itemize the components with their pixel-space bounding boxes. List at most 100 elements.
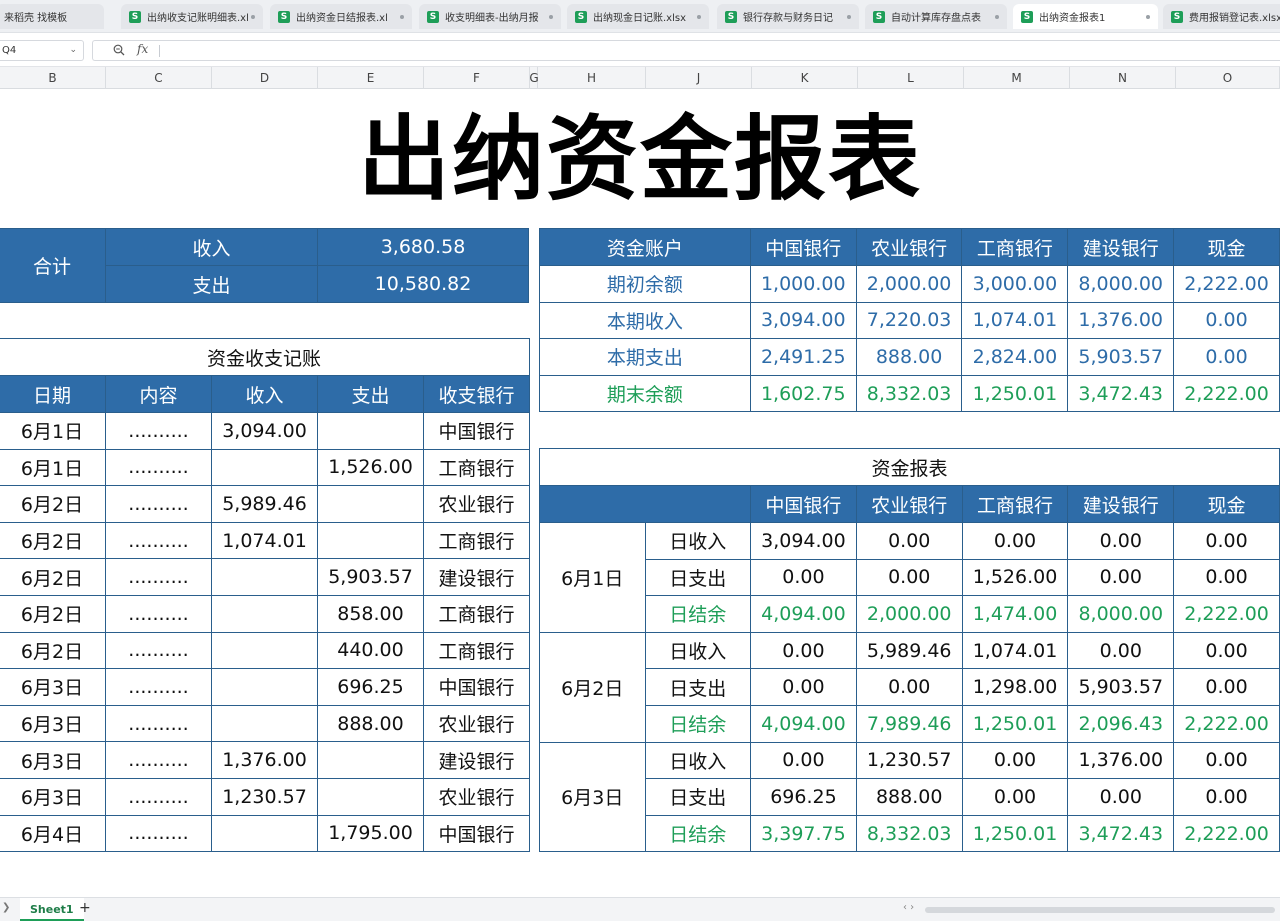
table-cell[interactable]: 工商银行 — [423, 631, 530, 670]
table-cell[interactable]: 中国银行 — [423, 814, 530, 853]
table-cell[interactable]: 农业银行 — [423, 777, 530, 816]
table-cell[interactable]: 0.00 — [1173, 741, 1280, 780]
table-cell[interactable]: .......... — [105, 631, 212, 670]
table-cell[interactable]: 5,903.57 — [1067, 338, 1175, 376]
table-cell[interactable]: 2,096.43 — [1067, 704, 1175, 743]
table-cell[interactable]: 2,222.00 — [1173, 814, 1280, 853]
tab-close-icon[interactable] — [251, 15, 255, 19]
table-cell[interactable]: 2,491.25 — [749, 338, 857, 376]
table-cell[interactable]: 工商银行 — [423, 448, 530, 487]
table-cell[interactable]: 8,332.03 — [855, 814, 963, 853]
document-tab[interactable]: S 出纳现金日记账.xlsx — [567, 4, 709, 29]
table-cell[interactable]: 0.00 — [855, 558, 963, 597]
tab-close-icon[interactable] — [847, 15, 851, 19]
table-cell[interactable]: 1,000.00 — [749, 265, 857, 303]
table-cell[interactable]: 工商银行 — [423, 594, 530, 633]
document-tab[interactable]: 来稻壳 找模板 — [0, 4, 104, 29]
report-row-label[interactable]: 日结余 — [644, 814, 752, 853]
table-cell[interactable]: 0.00 — [1173, 631, 1280, 670]
table-cell[interactable]: 2,222.00 — [1173, 704, 1280, 743]
document-tab[interactable]: S 收支明细表-出纳月报 — [419, 4, 561, 29]
column-header-d[interactable]: D — [212, 67, 318, 89]
report-date[interactable]: 6月2日 — [539, 631, 646, 743]
report-header-blank[interactable] — [538, 485, 752, 523]
sheet-tab-sheet1[interactable]: Sheet1 — [20, 898, 84, 921]
table-cell[interactable] — [317, 521, 424, 560]
table-cell[interactable]: 8,000.00 — [1067, 595, 1175, 633]
table-cell[interactable]: .......... — [105, 777, 212, 816]
column-header-o[interactable]: O — [1176, 67, 1280, 89]
table-cell[interactable]: 2,000.00 — [855, 265, 963, 303]
table-cell[interactable]: 建设银行 — [423, 558, 530, 596]
document-tab[interactable]: S 出纳资金日结报表.xl — [270, 4, 412, 29]
table-cell[interactable]: 4,094.00 — [750, 595, 857, 633]
table-cell[interactable] — [211, 448, 318, 487]
table-cell[interactable]: 888.00 — [317, 704, 424, 743]
formula-input[interactable]: fx — [92, 40, 1280, 61]
table-cell[interactable]: 6月3日 — [0, 704, 106, 743]
tab-close-icon[interactable] — [400, 15, 404, 19]
report-row-label[interactable]: 日收入 — [644, 631, 752, 670]
document-tab[interactable]: S 银行存款与财务日记 — [717, 4, 859, 29]
table-cell[interactable]: 0.00 — [1067, 522, 1175, 560]
table-cell[interactable]: 3,472.43 — [1067, 374, 1175, 413]
accounts-column-header[interactable]: 资金账户 — [539, 228, 751, 266]
table-cell[interactable]: 中国银行 — [423, 668, 530, 706]
table-cell[interactable]: 4,094.00 — [750, 704, 857, 743]
column-header-m[interactable]: M — [964, 67, 1070, 89]
report-row-label[interactable]: 日收入 — [644, 741, 752, 780]
table-cell[interactable]: .......... — [105, 448, 212, 487]
table-cell[interactable]: 7,989.46 — [855, 704, 963, 743]
table-cell[interactable]: 0.00 — [855, 668, 963, 706]
table-cell[interactable]: 0.00 — [961, 778, 1069, 816]
accounts-row-label[interactable]: 期末余额 — [539, 374, 751, 413]
column-header-l[interactable]: L — [858, 67, 964, 89]
tab-close-icon[interactable] — [995, 15, 999, 19]
report-column-header[interactable]: 中国银行 — [750, 485, 857, 523]
report-column-header[interactable]: 工商银行 — [961, 485, 1069, 523]
table-cell[interactable]: 696.25 — [750, 778, 857, 816]
report-row-label[interactable]: 日收入 — [644, 522, 752, 560]
summary-income-label[interactable]: 收入 — [105, 228, 318, 266]
table-cell[interactable]: 2,222.00 — [1173, 595, 1280, 633]
table-cell[interactable]: 5,989.46 — [211, 485, 318, 523]
table-cell[interactable] — [211, 704, 318, 743]
report-column-header[interactable]: 建设银行 — [1067, 485, 1175, 523]
report-row-label[interactable]: 日支出 — [644, 778, 752, 816]
table-cell[interactable] — [211, 594, 318, 633]
report-row-label[interactable]: 日支出 — [644, 558, 752, 597]
column-header-k[interactable]: K — [752, 67, 858, 89]
table-cell[interactable]: 1,250.01 — [961, 814, 1069, 853]
table-cell[interactable] — [211, 814, 318, 853]
table-cell[interactable]: 6月2日 — [0, 558, 106, 596]
records-column-header[interactable]: 内容 — [105, 375, 212, 413]
table-cell[interactable]: 0.00 — [1173, 668, 1280, 706]
table-cell[interactable]: 工商银行 — [423, 521, 530, 560]
report-row-label[interactable]: 日支出 — [644, 668, 752, 706]
table-cell[interactable]: 0.00 — [750, 668, 857, 706]
tab-close-icon[interactable] — [697, 15, 701, 19]
table-cell[interactable] — [317, 777, 424, 816]
records-column-header[interactable]: 日期 — [0, 375, 106, 413]
table-cell[interactable]: 3,094.00 — [211, 412, 318, 450]
table-cell[interactable] — [211, 668, 318, 706]
table-cell[interactable]: 888.00 — [855, 778, 963, 816]
table-cell[interactable]: 建设银行 — [423, 741, 530, 779]
column-header-c[interactable]: C — [106, 67, 212, 89]
accounts-row-label[interactable]: 本期收入 — [539, 301, 751, 340]
report-date[interactable]: 6月3日 — [539, 741, 646, 853]
table-cell[interactable]: 6月3日 — [0, 668, 106, 706]
table-cell[interactable]: 5,903.57 — [317, 558, 424, 596]
table-cell[interactable]: 1,526.00 — [961, 558, 1069, 597]
table-cell[interactable]: 中国银行 — [423, 412, 530, 450]
table-cell[interactable]: 0.00 — [1067, 778, 1175, 816]
accounts-row-label[interactable]: 本期支出 — [539, 338, 751, 376]
table-cell[interactable]: 8,000.00 — [1067, 265, 1175, 303]
summary-expense-value[interactable]: 10,580.82 — [317, 265, 529, 303]
table-cell[interactable]: 1,230.57 — [211, 777, 318, 816]
table-cell[interactable]: 1,602.75 — [749, 374, 857, 413]
column-header-h[interactable]: H — [538, 67, 646, 89]
scroll-left-icon[interactable]: ❯ — [2, 902, 10, 913]
column-header-e[interactable]: E — [318, 67, 424, 89]
table-cell[interactable] — [317, 412, 424, 450]
